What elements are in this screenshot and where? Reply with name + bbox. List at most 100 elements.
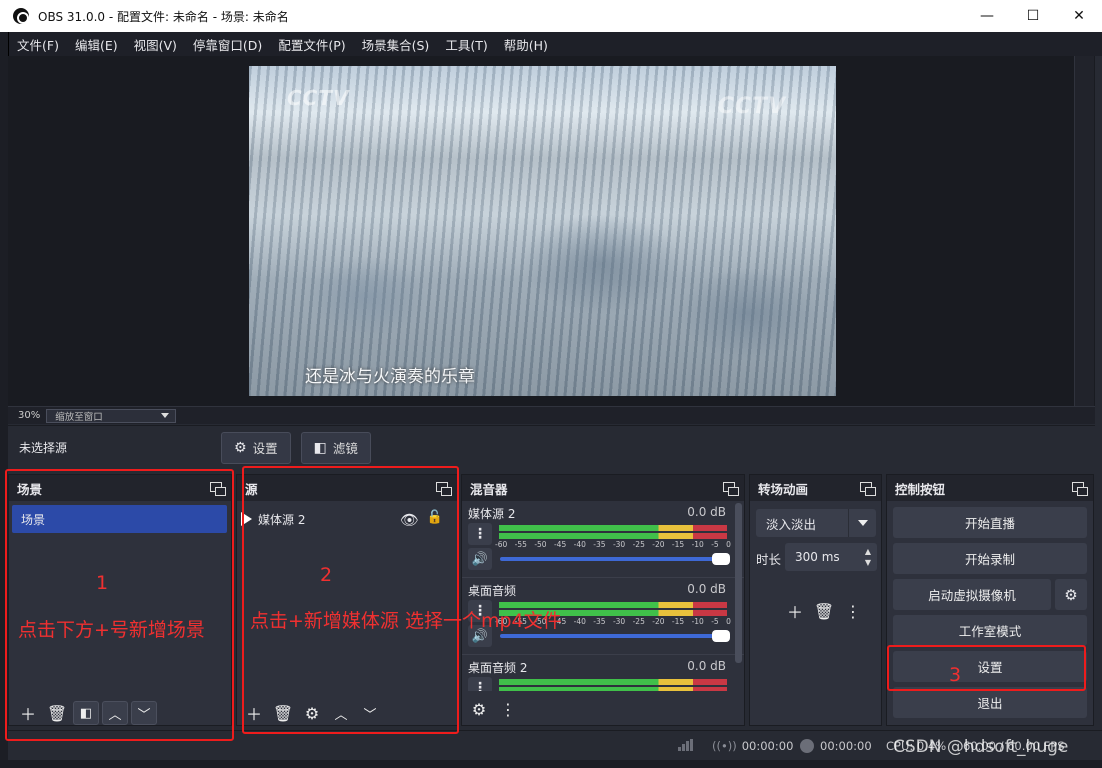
exit-button[interactable]: 退出	[893, 687, 1087, 718]
zoom-mode-select[interactable]: 缩放至窗口	[46, 408, 177, 423]
minimize-button[interactable]: —	[964, 0, 1010, 32]
mixer-scrollbar[interactable]	[735, 503, 742, 663]
channel-name: 桌面音频 2	[468, 661, 528, 675]
meter-tick-label: -45	[553, 540, 567, 549]
mixer-menu-button[interactable]: ⋮	[495, 697, 521, 721]
bottom-strip	[0, 760, 1102, 768]
filter-icon: ◧	[313, 439, 327, 456]
maximize-button[interactable]: ☐	[1010, 0, 1056, 32]
mixer-dock: 混音器 媒体源 2 0.0 dB ⋮ -60 -55 -50 -45 -40 -35 -30…	[461, 474, 745, 726]
cctv-logo-left: CCTV	[287, 86, 350, 110]
meter-tick-label: -10	[691, 617, 704, 626]
meter-tick-label: -25	[632, 617, 645, 626]
annotation-number-1: 1	[96, 572, 109, 594]
menu-file[interactable]: 文件(F)	[9, 35, 67, 54]
spinner-icon[interactable]: ▲ ▼	[865, 546, 871, 568]
gear-icon: ⚙	[1064, 585, 1078, 604]
duration-input[interactable]: 300 ms ▲ ▼	[785, 543, 877, 571]
studio-mode-button[interactable]: 工作室模式	[893, 615, 1087, 646]
meter-tick-label: -40	[573, 540, 586, 549]
start-recording-button[interactable]: 开始录制	[893, 543, 1087, 574]
meter-tick-label: -10	[691, 540, 704, 549]
stream-status: ((•)) 00:00:00	[712, 739, 793, 753]
transition-select[interactable]: 淡入淡出	[756, 509, 876, 537]
window-title: OBS 31.0.0 - 配置文件: 未命名 - 场景: 未命名	[38, 9, 289, 24]
add-transition-button[interactable]: ＋	[782, 599, 808, 623]
source-filters-button[interactable]: ◧ 滤镜	[300, 431, 371, 464]
meter-tick-label: -15	[671, 617, 685, 626]
more-vertical-icon: ⋮	[473, 680, 487, 691]
channel-db: 0.0 dB	[687, 659, 726, 673]
record-dot-icon	[800, 739, 814, 753]
volume-meter	[499, 679, 727, 685]
zoom-bar: 30% 缩放至窗口	[8, 406, 1095, 424]
transition-menu-button[interactable]: ⋮	[840, 599, 866, 623]
meter-tick-label: -55	[514, 540, 527, 549]
video-subtitle: 还是冰与火演奏的乐章	[305, 367, 475, 387]
meter-tick-label: -20	[652, 540, 665, 549]
annotation-box-scenes	[5, 469, 234, 741]
mixer-title: 混音器	[470, 481, 508, 497]
annotation-number-3: 3	[949, 664, 962, 686]
gear-icon: ⚙	[471, 699, 487, 719]
volume-meter	[499, 687, 727, 691]
meter-tick-label: -50	[534, 540, 547, 549]
menu-help[interactable]: 帮助(H)	[496, 35, 556, 54]
annotation-box-settings	[887, 645, 1086, 691]
speaker-icon: 🔊	[471, 551, 489, 567]
mixer-header: 混音器	[462, 475, 744, 501]
zoom-percent: 30%	[18, 410, 41, 421]
menu-scene-collection[interactable]: 场景集合(S)	[354, 35, 438, 54]
meter-tick-label: 0	[726, 617, 731, 626]
undock-icon[interactable]	[723, 481, 739, 496]
annotation-text-sources: 点击+新增媒体源 选择一个mp4文件	[250, 610, 562, 632]
mute-button[interactable]: 🔊	[468, 548, 492, 570]
menu-edit[interactable]: 编辑(E)	[67, 35, 126, 54]
remove-transition-button[interactable]: 🗑	[811, 599, 837, 623]
record-status: 00:00:00	[800, 739, 872, 753]
channel-name: 桌面音频	[468, 584, 517, 598]
duration-label: 时长	[756, 552, 782, 567]
menu-view[interactable]: 视图(V)	[126, 35, 185, 54]
cctv-logo-right: CCTV	[717, 94, 786, 119]
controls-title: 控制按钮	[895, 481, 946, 497]
meter-tick-label: -20	[652, 617, 665, 626]
undock-icon[interactable]	[1072, 481, 1088, 496]
more-vertical-icon: ⋮	[473, 526, 487, 542]
annotation-number-2: 2	[320, 564, 333, 586]
mixer-channel: 桌面音频 2 0.0 dB ⋮	[462, 655, 744, 691]
transition-select-value: 淡入淡出	[766, 516, 817, 532]
menu-tools[interactable]: 工具(T)	[437, 35, 495, 54]
channel-menu-button[interactable]: ⋮	[468, 523, 492, 545]
close-button[interactable]: ✕	[1056, 0, 1102, 32]
undock-icon[interactable]	[860, 481, 876, 496]
obs-logo-icon	[13, 8, 29, 24]
channel-menu-button[interactable]: ⋮	[468, 677, 492, 691]
meter-tick-label: -5	[711, 617, 719, 626]
menu-docks[interactable]: 停靠窗口(D)	[185, 35, 270, 54]
virtual-camera-settings-button[interactable]: ⚙	[1055, 579, 1087, 610]
volume-fader[interactable]	[500, 630, 730, 642]
audio-settings-button[interactable]: ⚙	[466, 697, 492, 721]
gear-icon: ⚙	[234, 439, 247, 456]
volume-meter	[499, 525, 727, 531]
watermark: CSDN @hdsoft_huge	[893, 737, 1069, 757]
meter-ticks: -60 -55 -50 -45 -40 -35 -30 -25 -20 -15 -10 -5 0	[495, 540, 731, 550]
transitions-header: 转场动画	[750, 475, 881, 501]
duration-value: 300 ms	[795, 550, 840, 564]
annotation-text-scenes: 点击下方+号新增场景	[18, 619, 205, 641]
volume-fader[interactable]	[500, 553, 730, 565]
source-properties-button[interactable]: ⚙ 设置	[221, 431, 291, 464]
menu-profile[interactable]: 配置文件(P)	[270, 35, 353, 54]
start-virtual-camera-button[interactable]: 启动虚拟摄像机	[893, 579, 1051, 610]
transitions-dock: 转场动画 淡入淡出 时长 300 ms ▲ ▼ ＋ 🗑 ⋮	[749, 474, 882, 726]
start-streaming-button[interactable]: 开始直播	[893, 507, 1087, 538]
meter-tick-label: -15	[671, 540, 685, 549]
source-filters-label: 滤镜	[332, 441, 358, 456]
more-vertical-icon: ⋮	[500, 699, 516, 719]
preview-scrollbar[interactable]	[1074, 56, 1094, 406]
preview-video[interactable]: CCTV CCTV 还是冰与火演奏的乐章	[249, 66, 836, 396]
meter-tick-label: -30	[612, 617, 626, 626]
stream-time: 00:00:00	[741, 739, 794, 753]
signal-bars-icon	[678, 739, 694, 751]
